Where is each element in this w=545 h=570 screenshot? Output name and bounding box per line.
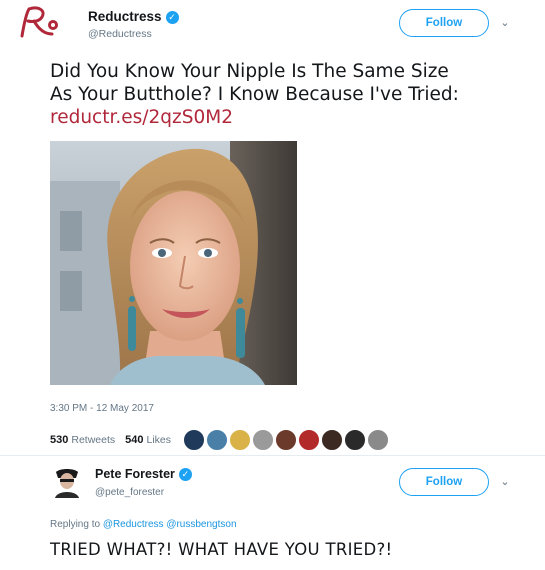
liker-avatar[interactable] [252, 429, 275, 451]
likes-count[interactable]: 540 [125, 434, 143, 446]
woman-portrait-photo-icon [50, 141, 297, 385]
tweet-text-line: As Your Butthole? I Know Because I've Tr… [50, 84, 459, 105]
chevron-down-icon[interactable]: ⌄ [498, 16, 512, 30]
avatar[interactable] [52, 466, 82, 498]
liker-avatar[interactable] [367, 429, 390, 451]
verified-badge-icon: ✓ [178, 468, 192, 481]
reply-text: TRIED WHAT?! WHAT HAVE YOU TRIED?! [50, 540, 393, 559]
tweet-author-handle[interactable]: @Reductress [88, 28, 152, 40]
reductress-logo-icon[interactable] [14, 6, 60, 40]
tweet-author-name[interactable]: Reductress ✓ [88, 9, 179, 24]
liker-avatar[interactable] [206, 429, 229, 451]
liker-avatar[interactable] [344, 429, 367, 451]
liker-avatar[interactable] [321, 429, 344, 451]
tweet-text: Did You Know Your Nipple Is The Same Siz… [50, 60, 520, 129]
mention-link[interactable]: @russbengtson [166, 519, 236, 530]
liker-avatars [183, 429, 390, 451]
liker-avatar[interactable] [275, 429, 298, 451]
reply-author-name[interactable]: Pete Forester ✓ [95, 467, 192, 481]
retweets-label[interactable]: Retweets [71, 434, 115, 446]
tweet-link[interactable]: reductr.es/2qzS0M2 [50, 106, 520, 129]
replying-to-label: Replying to [50, 519, 101, 530]
replying-to: Replying to @Reductress @russbengtson [50, 519, 237, 530]
liker-avatar[interactable] [298, 429, 321, 451]
chevron-down-icon[interactable]: ⌄ [498, 475, 512, 489]
tweet-text-line: Did You Know Your Nipple Is The Same Siz… [50, 61, 449, 82]
likes-label[interactable]: Likes [147, 434, 172, 446]
reply-follow-button[interactable]: Follow [399, 468, 489, 496]
liker-avatar[interactable] [229, 429, 252, 451]
tweet-timestamp[interactable]: 3:30 PM - 12 May 2017 [50, 403, 154, 414]
mention-link[interactable]: @Reductress [103, 519, 164, 530]
liker-avatar[interactable] [183, 429, 206, 451]
tweet-photo[interactable] [50, 141, 297, 385]
divider [0, 455, 545, 456]
verified-badge-icon: ✓ [165, 11, 179, 24]
retweets-count[interactable]: 530 [50, 434, 68, 446]
reply-author-handle[interactable]: @pete_forester [95, 487, 164, 498]
follow-button[interactable]: Follow [399, 9, 489, 37]
tweet-stats: 530 Retweets 540 Likes [50, 427, 390, 453]
